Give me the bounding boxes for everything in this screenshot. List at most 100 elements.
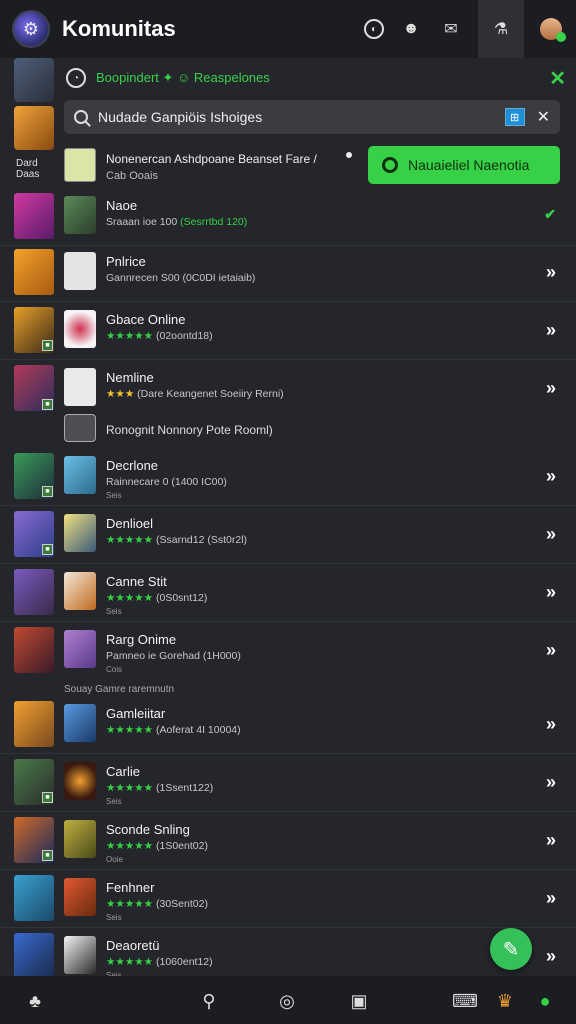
clear-search-icon[interactable]: ✕	[537, 107, 550, 127]
chevron-right-icon[interactable]: »	[546, 320, 556, 341]
rating-stars: ★★★★★	[106, 592, 154, 604]
game-thumbnail	[64, 820, 96, 858]
game-meta: ★★★★★ (Ssarnd12 (Sst0r2l)	[106, 534, 247, 546]
game-thumbnail	[64, 252, 96, 290]
community-icon[interactable]: ♣	[22, 988, 48, 1014]
game-cover	[14, 875, 54, 921]
list-item[interactable]: Gamleiitar ★★★★★ (Aoferat 4I 10004) »	[0, 696, 576, 754]
list-item[interactable]: ■ Sconde Snling ★★★★★ (1S0ent02) Ooie »	[0, 812, 576, 870]
game-thumbnail	[64, 762, 96, 800]
game-meta: ★★★★★ (1060ent12)	[106, 956, 213, 968]
game-thumbnail	[64, 630, 96, 668]
game-meta-text: (1S0ent02)	[153, 840, 208, 852]
rating-stars: ★★★★★	[106, 782, 154, 794]
chevron-right-icon[interactable]: »	[546, 262, 556, 283]
platform-badge-icon: ■	[42, 486, 53, 497]
rating-stars: ★★★★★	[106, 956, 154, 968]
chevron-right-icon[interactable]: »	[546, 378, 556, 399]
featured-row[interactable]: Nonenercan Ashdpoane Beanset Fare / Cab …	[56, 140, 576, 190]
game-meta: ★★★★★ (02oontd18)	[106, 330, 213, 342]
chevron-right-icon[interactable]: »	[546, 830, 556, 851]
rating-stars: ★★★★★	[106, 534, 154, 546]
calendar-icon[interactable]: ▣	[346, 988, 372, 1014]
platform-badge-icon: ■	[42, 792, 53, 803]
app-logo-icon[interactable]: ⚙	[12, 10, 50, 48]
platform-badge-icon: ■	[42, 850, 53, 861]
notification-icon: ◔	[66, 68, 86, 88]
game-thumbnail	[64, 196, 96, 234]
header-icons: ◐ ☻ ✉ ⚗	[364, 0, 566, 58]
game-meta: ★★★★★ (0S0snt12)	[106, 592, 207, 604]
close-icon[interactable]: ✕	[549, 66, 566, 91]
game-title: Sconde Snling	[106, 822, 190, 837]
game-meta: Rainnecare 0 (1400 IC00)	[106, 476, 227, 488]
list-item[interactable]: Fenhner ★★★★★ (30Sent02) Seis »	[0, 870, 576, 928]
game-title: Pnlrice	[106, 254, 146, 269]
chevron-right-icon[interactable]: »	[546, 524, 556, 545]
list-item[interactable]: ■ Decrlone Rainnecare 0 (1400 IC00) Seis…	[0, 448, 576, 506]
profile-avatar	[540, 18, 566, 42]
mail-icon[interactable]: ✉	[438, 16, 464, 42]
hardware-icon[interactable]: ⚗	[478, 0, 524, 58]
list-item[interactable]: Naoe Sraaan ioe 100 (Sesrrtbd 120) ✔	[0, 188, 576, 246]
check-icon[interactable]: ✔	[544, 206, 556, 223]
profile-icon[interactable]	[538, 16, 566, 42]
game-meta: ★★★★★ (1Ssent122)	[106, 782, 213, 794]
game-meta: ★★★★★ (Aoferat 4I 10004)	[106, 724, 241, 736]
search-icon[interactable]: ⚲	[196, 988, 222, 1014]
chevron-right-icon[interactable]: »	[546, 772, 556, 793]
featured-title: Nonenercan Ashdpoane Beanset Fare /	[106, 152, 317, 166]
game-meta: ★★★ (Dare Keangenet Soeiiry Rerni)	[106, 388, 284, 400]
rail-label: Dard Daas	[16, 158, 40, 180]
online-dot-icon	[556, 32, 566, 42]
game-title: Gamleiitar	[106, 706, 166, 721]
notification-bar: ◔ Boopindert ✦ ☺ Reaspelones ✕	[56, 58, 576, 98]
list-item[interactable]: Pnlrice Gannrecen S00 (0C0DI ietaiaib) »	[0, 244, 576, 302]
sub-row-text: Ronognit Nonnory Pote Rooml)	[106, 423, 273, 437]
section-label: Souay Gamre raremnutn	[64, 684, 175, 695]
chevron-right-icon[interactable]: »	[546, 946, 556, 967]
search-input[interactable]	[98, 109, 478, 125]
list-item[interactable]: ■ Denlioel ★★★★★ (Ssarnd12 (Sst0r2l) »	[0, 506, 576, 564]
controller-icon[interactable]: ⌨	[452, 988, 478, 1014]
game-meta: Gannrecen S00 (0C0DI ietaiaib)	[106, 272, 256, 284]
sub-row[interactable]: Ronognit Nonnory Pote Rooml)	[0, 410, 576, 446]
profile-icon[interactable]: ●	[532, 988, 558, 1014]
game-title: Rarg Onime	[106, 632, 177, 647]
gamepad-icon	[64, 414, 96, 442]
crown-icon[interactable]: ♛	[492, 988, 518, 1014]
cta-label: Nauaieliel Naenotia	[408, 157, 530, 173]
cta-button[interactable]: Nauaieliel Naenotia	[368, 146, 560, 184]
game-title: Gbace Online	[106, 312, 186, 327]
list-item[interactable]: ■ Carlie ★★★★★ (1Ssent122) Seis »	[0, 754, 576, 812]
chevron-right-icon[interactable]: »	[546, 582, 556, 603]
chevron-right-icon[interactable]: »	[546, 466, 556, 487]
featured-indicator-icon	[346, 152, 352, 158]
chevron-right-icon[interactable]: »	[546, 888, 556, 909]
game-thumbnail	[64, 456, 96, 494]
game-title: Naoe	[106, 198, 138, 213]
featured-thumbnail	[64, 148, 96, 182]
game-cover	[14, 569, 54, 615]
user-avatar-icon[interactable]: ☻	[398, 16, 424, 42]
game-extra: Seis	[106, 607, 122, 616]
compass-icon[interactable]: ◐	[364, 19, 384, 39]
chevron-right-icon[interactable]: »	[546, 714, 556, 735]
game-meta-text: Sraaan ioe 100	[106, 216, 181, 228]
filter-icon[interactable]: ⊞	[504, 108, 525, 126]
compose-button[interactable]: ✎	[490, 928, 532, 970]
game-extra: Seis	[106, 913, 122, 922]
chevron-right-icon[interactable]: »	[546, 640, 556, 661]
rating-stars: ★★★★★	[106, 724, 154, 736]
rail-item-1[interactable]	[14, 58, 54, 102]
list-item[interactable]: Canne Stit ★★★★★ (0S0snt12) Seis »	[0, 564, 576, 622]
compass-icon[interactable]: ◎	[274, 988, 300, 1014]
game-meta: Sraaan ioe 100 (Sesrrtbd 120)	[106, 216, 247, 228]
list-item[interactable]: Rarg Onime Pamneo ie Gorehad (1H000) Coi…	[0, 622, 576, 680]
list-item[interactable]: ■ Gbace Online ★★★★★ (02oontd18) »	[0, 302, 576, 360]
game-meta-text: (Ssarnd12 (Sst0r2l)	[153, 534, 248, 546]
refresh-icon	[382, 157, 398, 173]
game-meta: ★★★★★ (30Sent02)	[106, 898, 208, 910]
rail-item-2[interactable]	[14, 106, 54, 150]
featured-subtitle: Cab Ooais	[106, 170, 158, 182]
